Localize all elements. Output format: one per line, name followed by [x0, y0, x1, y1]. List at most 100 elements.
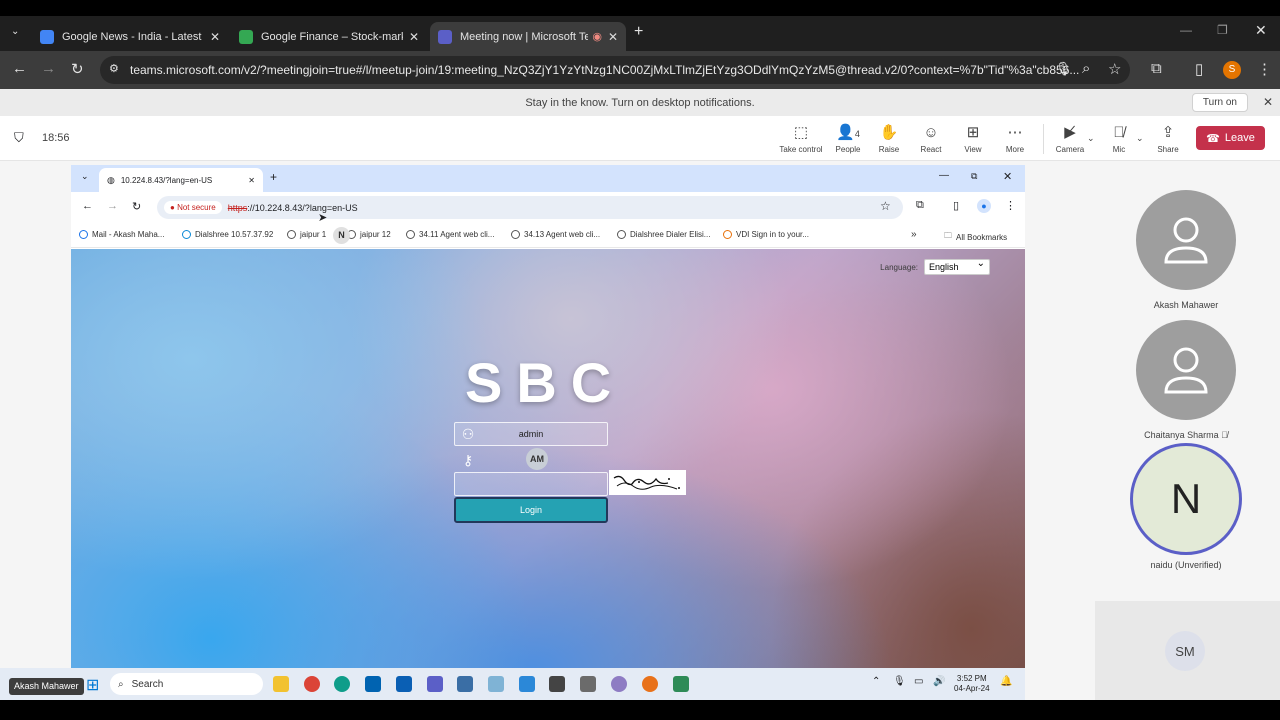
zoom-icon[interactable]: ⌕	[1082, 60, 1090, 77]
minimize-icon[interactable]: —	[939, 170, 949, 181]
close-icon[interactable]: ✕	[210, 30, 220, 44]
store-icon[interactable]	[365, 676, 381, 692]
login-button[interactable]: Login	[454, 497, 608, 523]
participant-tile[interactable]: N naidu (Unverified)	[1130, 443, 1242, 570]
more-bookmarks-icon[interactable]: »	[911, 229, 917, 240]
participant-tile[interactable]: Akash Mahawer	[1136, 190, 1236, 310]
mic-chevron-icon[interactable]: ⌄	[1136, 133, 1144, 144]
avatar-initial: N	[1130, 443, 1242, 555]
window-close-icon[interactable]: ✕	[1255, 22, 1267, 39]
app-icon[interactable]	[642, 676, 658, 692]
snipping-tool-icon[interactable]	[488, 676, 504, 692]
close-icon[interactable]: ✕	[409, 30, 419, 44]
extensions-icon[interactable]: ⧉	[1151, 60, 1162, 77]
restore-icon[interactable]: ⧉	[971, 171, 977, 182]
back-icon[interactable]: ←	[12, 60, 27, 77]
bookmark-star-icon[interactable]: ☆	[880, 199, 891, 213]
bookmark-star-icon[interactable]: ☆	[1108, 60, 1121, 78]
teams-icon[interactable]	[427, 676, 443, 692]
people-button[interactable]: 👤4 People	[826, 124, 870, 154]
bookmark-item[interactable]: jaipur 1	[287, 230, 326, 239]
avatar	[1136, 190, 1236, 290]
minimize-icon[interactable]: —	[1180, 23, 1192, 37]
close-icon[interactable]: ✕	[608, 30, 618, 44]
side-panel-icon[interactable]: ▯	[953, 199, 959, 212]
bookmark-item[interactable]: Dialshree Dialer Elisi...	[617, 230, 710, 239]
remote-desktop-icon[interactable]	[457, 676, 473, 692]
tab-google-finance[interactable]: Google Finance – Stock-market ✕	[231, 22, 427, 51]
taskbar-search[interactable]: ⌕ Search	[110, 673, 263, 695]
tray-chevron-icon[interactable]: ⌃	[872, 676, 880, 687]
photos-icon[interactable]	[549, 676, 565, 692]
edge-icon[interactable]	[334, 676, 350, 692]
profile-avatar[interactable]: S	[1223, 61, 1241, 79]
profile-icon[interactable]: ●	[977, 199, 991, 213]
calculator-icon[interactable]	[580, 676, 596, 692]
captcha-input[interactable]	[454, 472, 608, 496]
more-button[interactable]: ⋯ More	[993, 124, 1037, 154]
bookmark-item[interactable]: VDI Sign in to your...	[723, 230, 809, 239]
leave-button[interactable]: ☎ Leave	[1196, 126, 1265, 150]
self-view-tile[interactable]: SM	[1095, 601, 1280, 700]
bookmark-item[interactable]: jaipur 12	[347, 230, 391, 239]
tab-google-news[interactable]: Google News - India - Latest ✕	[32, 22, 228, 51]
tab-search-icon[interactable]: ⌄	[11, 26, 19, 37]
volume-icon[interactable]: 🔊	[933, 676, 945, 687]
not-secure-badge[interactable]: ● Not secure	[164, 201, 222, 214]
turn-on-button[interactable]: Turn on	[1191, 93, 1248, 112]
mic-icon[interactable]: 🎙	[1055, 61, 1072, 77]
site-info-icon[interactable]: ⚙	[109, 62, 119, 75]
bookmark-item[interactable]: Dialshree 10.57.37.92	[182, 230, 273, 239]
restore-icon[interactable]: ❐	[1217, 23, 1228, 37]
app-icon[interactable]	[611, 676, 627, 692]
inner-address-bar[interactable]: ● Not secure https ://10.224.8.43/?lang=…	[157, 196, 903, 219]
inner-tab[interactable]: ◍ 10.224.8.43/?lang=en-US ✕	[99, 168, 263, 192]
react-button[interactable]: ☺ React	[909, 124, 953, 154]
window-close-icon[interactable]: ✕	[1003, 170, 1012, 183]
share-button[interactable]: ⇪ Share	[1146, 124, 1190, 154]
reload-icon[interactable]: ↻	[71, 60, 84, 78]
bookmark-item[interactable]: 34.13 Agent web cli...	[511, 230, 600, 239]
close-icon[interactable]: ✕	[248, 176, 255, 185]
camera-chevron-icon[interactable]: ⌄	[1087, 133, 1095, 144]
username-field[interactable]: ⚇ admin	[454, 422, 608, 446]
excel-icon[interactable]	[673, 676, 689, 692]
notification-bell-icon[interactable]: 🔔	[1000, 676, 1012, 687]
back-icon[interactable]: ←	[82, 200, 93, 212]
control-label: Mic	[1112, 145, 1126, 154]
inner-tab-search-icon[interactable]: ⌄	[81, 171, 89, 182]
taskbar-clock[interactable]: 3:52 PM 04-Apr-24	[954, 674, 990, 694]
reload-icon[interactable]: ↻	[132, 200, 141, 213]
menu-icon[interactable]: ⋮	[1005, 199, 1016, 212]
view-button[interactable]: ⊞ View	[951, 124, 995, 154]
take-control-button[interactable]: ⬚ Take control	[779, 124, 823, 154]
tab-teams-meeting[interactable]: Meeting now | Microsoft Te ◉ ✕	[430, 22, 626, 51]
control-label: People	[835, 145, 861, 154]
new-tab-icon[interactable]: +	[634, 23, 643, 41]
new-tab-icon[interactable]: +	[270, 170, 277, 184]
language-select[interactable]: English	[924, 257, 990, 275]
mic-button[interactable]: 🎙̸ Mic	[1097, 124, 1141, 154]
windows-start-icon[interactable]: ⊞	[86, 675, 99, 695]
menu-icon[interactable]: ⋮	[1257, 60, 1272, 78]
raise-button[interactable]: ✋ Raise	[867, 124, 911, 154]
leave-label: Leave	[1224, 132, 1255, 144]
participant-tile[interactable]: Chaitanya Sharma 🎙̸	[1136, 320, 1236, 440]
outlook-icon[interactable]	[396, 676, 412, 692]
chrome-icon[interactable]	[304, 676, 320, 692]
camera-button[interactable]: ▶̸ Camera	[1048, 124, 1092, 154]
all-bookmarks[interactable]: 🗀 All Bookmarks	[944, 230, 1007, 244]
network-icon[interactable]: ▭	[914, 676, 923, 687]
forward-icon[interactable]: →	[41, 60, 56, 77]
file-explorer-icon[interactable]	[273, 676, 289, 692]
tray-mic-icon[interactable]: 🎙	[893, 676, 906, 687]
people-count: 4	[854, 129, 860, 139]
notepad-icon[interactable]	[519, 676, 535, 692]
address-bar[interactable]: ⚙ teams.microsoft.com/v2/?meetingjoin=tr…	[100, 56, 1130, 84]
forward-icon[interactable]: →	[107, 200, 118, 212]
extensions-icon[interactable]: ⧉	[916, 199, 924, 212]
side-panel-icon[interactable]: ▯	[1195, 60, 1203, 78]
bookmark-item[interactable]: 34.11 Agent web cli...	[406, 230, 494, 239]
dismiss-icon[interactable]: ✕	[1263, 95, 1273, 109]
bookmark-item[interactable]: Mail - Akash Maha...	[79, 230, 164, 239]
